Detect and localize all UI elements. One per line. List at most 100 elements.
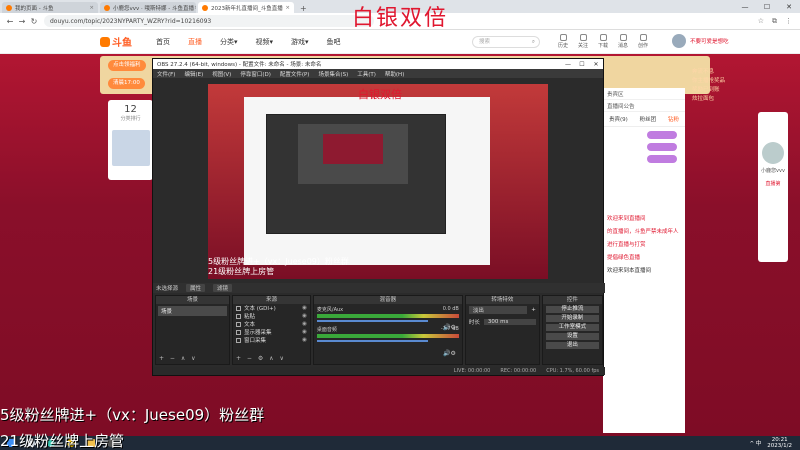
- start-record-button[interactable]: 开始录制: [545, 315, 599, 322]
- star-icon[interactable]: ☆: [758, 17, 764, 26]
- volume-slider[interactable]: [316, 320, 428, 322]
- gift-pill[interactable]: [647, 155, 677, 163]
- user-area[interactable]: 不要可爱是想吃: [672, 34, 729, 48]
- side-activity: 奔流不息 你主播抢奖品 奖励已到账 炫拉面包 小鹿您vvv 直播第: [688, 54, 800, 436]
- douyu-favicon-icon: [6, 4, 12, 11]
- follow-icon[interactable]: 关注: [576, 34, 590, 49]
- site-logo[interactable]: 斗鱼: [100, 34, 132, 49]
- scene-item[interactable]: 场景: [158, 306, 227, 316]
- exit-button[interactable]: 退出: [545, 342, 599, 349]
- announcement-row[interactable]: 直播间公告: [603, 100, 685, 112]
- close-tab-icon[interactable]: ×: [89, 5, 94, 11]
- eye-icon[interactable]: ◉: [302, 329, 307, 335]
- creator-icon[interactable]: 创作: [636, 34, 650, 49]
- eye-icon[interactable]: ◉: [302, 313, 307, 319]
- history-icon[interactable]: 历史: [556, 34, 570, 49]
- room-admin-banner: 21级粉丝牌上房管: [0, 432, 125, 450]
- source-item[interactable]: 粘贴 ◉: [233, 312, 310, 320]
- browser-tab-1[interactable]: 小鹿您vvv · 哦斯特娜 - 斗鱼直播 ×: [100, 2, 196, 13]
- close-tab-icon[interactable]: ×: [285, 5, 290, 11]
- tab-diamond[interactable]: 钻粉: [668, 115, 679, 123]
- transition-duration[interactable]: 时长 300 ms: [466, 316, 539, 328]
- speaker-icon[interactable]: 🔊⚙: [443, 350, 456, 357]
- chat-tabs: 贵宾(9) 粉丝团 钻粉: [603, 112, 685, 127]
- obs-docks: 场景 场景 + − ∧ ∨ 来源 文本 (GDI+) ◉ 粘贴 ◉ 文本 ◉ 显示器采…: [153, 295, 605, 365]
- promo-pill[interactable]: 清晨17:00: [108, 78, 145, 89]
- minimize-button[interactable]: —: [734, 3, 756, 11]
- overlay-title: 白银双倍: [352, 6, 449, 31]
- eye-icon[interactable]: ◉: [302, 321, 307, 327]
- source-item[interactable]: 文本 (GDI+) ◉: [233, 304, 310, 312]
- source-item[interactable]: 文本 ◉: [233, 320, 310, 328]
- browser-tab-2[interactable]: 2023新年扎直播间_斗鱼直播 ×: [198, 2, 294, 13]
- scene-controls[interactable]: + − ∧ ∨: [159, 355, 198, 362]
- filters-button[interactable]: 滤镜: [213, 284, 233, 292]
- new-tab-button[interactable]: +: [296, 4, 311, 13]
- source-item[interactable]: 显示器采集 ◉: [233, 328, 310, 336]
- tray-icons[interactable]: ^ 中: [749, 439, 761, 447]
- tab-vip[interactable]: 贵宾(9): [609, 115, 628, 123]
- anchor-thumbnail[interactable]: [111, 130, 150, 166]
- studio-mode-button[interactable]: 工作室模式: [545, 324, 599, 331]
- category-rank-card[interactable]: 12 分类排行: [108, 100, 153, 180]
- menu-help[interactable]: 帮助(H): [385, 70, 404, 78]
- vip-row[interactable]: 贵宾区: [603, 88, 685, 100]
- nav-live[interactable]: 直播: [188, 37, 202, 47]
- clock[interactable]: 20:21 2023/1/2: [767, 437, 792, 449]
- promo-pill[interactable]: 点击领福利: [108, 60, 146, 71]
- menu-icon[interactable]: ⋮: [785, 17, 792, 26]
- avatar[interactable]: [762, 142, 784, 164]
- site-search-input[interactable]: 搜索 ⌕: [472, 36, 540, 48]
- forward-button[interactable]: →: [16, 17, 28, 26]
- nav-games[interactable]: 游戏▾: [291, 37, 309, 47]
- reload-button[interactable]: ↻: [28, 17, 40, 26]
- menu-docks[interactable]: 停靠窗口(D): [240, 70, 271, 78]
- maximize-button[interactable]: ☐: [756, 3, 778, 11]
- menu-tools[interactable]: 工具(T): [357, 70, 376, 78]
- nav-video[interactable]: 视频▾: [256, 37, 274, 47]
- add-transition-icon: +: [531, 307, 536, 313]
- settings-button[interactable]: 设置: [545, 333, 599, 340]
- tab-fans[interactable]: 粉丝团: [640, 115, 657, 123]
- avatar[interactable]: [672, 34, 686, 48]
- speaker-icon[interactable]: 🔊⚙: [443, 324, 456, 331]
- menu-file[interactable]: 文件(F): [157, 70, 175, 78]
- close-window-button[interactable]: ✕: [778, 3, 800, 11]
- menu-scene-collection[interactable]: 场景集合(S): [318, 70, 348, 78]
- nav-yuba[interactable]: 鱼吧: [327, 37, 341, 47]
- eye-icon[interactable]: ◉: [302, 305, 307, 311]
- eye-icon[interactable]: ◉: [302, 337, 307, 343]
- message-icon[interactable]: 消息: [616, 34, 630, 49]
- menu-edit[interactable]: 编辑(E): [184, 70, 203, 78]
- volume-slider[interactable]: [316, 340, 428, 342]
- source-controls[interactable]: + − ⚙ ∧ ∨: [236, 355, 286, 362]
- dock-header: 混音器: [313, 296, 462, 304]
- menu-profile[interactable]: 配置文件(P): [280, 70, 310, 78]
- stop-stream-button[interactable]: 停止推流: [545, 306, 599, 313]
- close-tab-icon[interactable]: ×: [194, 5, 196, 11]
- back-button[interactable]: ←: [4, 17, 16, 26]
- channel-name: 桌面音频: [316, 327, 337, 333]
- anchor-card[interactable]: 小鹿您vvv 直播第: [758, 112, 788, 262]
- gift-pill[interactable]: [647, 143, 677, 151]
- nav-category[interactable]: 分类▾: [220, 37, 238, 47]
- source-item[interactable]: 窗口采集 ◉: [233, 336, 310, 344]
- extensions-icon[interactable]: ⧉: [772, 17, 777, 26]
- text-icon: [235, 305, 241, 311]
- obs-close-button[interactable]: ✕: [589, 61, 603, 68]
- obs-minimize-button[interactable]: —: [561, 61, 575, 68]
- gift-pill[interactable]: [647, 131, 677, 139]
- preview-obs-nested-3: [323, 134, 383, 164]
- nav-home[interactable]: 首页: [156, 37, 170, 47]
- obs-preview[interactable]: 白银双倍 5级粉丝牌进+（vx：Juese09）粉丝群 21级粉丝牌上房管: [208, 84, 548, 279]
- download-icon[interactable]: 下载: [596, 34, 610, 49]
- browser-tab-0[interactable]: 我的页面 - 斗鱼 ×: [2, 2, 98, 13]
- properties-button[interactable]: 属性: [186, 284, 206, 292]
- url-field[interactable]: douyu.com/topic/2023NYPARTY_WZRY?rid=102…: [44, 15, 374, 27]
- search-icon[interactable]: ⌕: [532, 37, 535, 47]
- dock-header: 控件: [542, 296, 602, 304]
- live-time: LIVE: 00:00:00: [453, 368, 491, 374]
- menu-view[interactable]: 视图(V): [212, 70, 231, 78]
- transition-select[interactable]: 淡出 +: [466, 304, 539, 316]
- obs-maximize-button[interactable]: ☐: [575, 61, 589, 68]
